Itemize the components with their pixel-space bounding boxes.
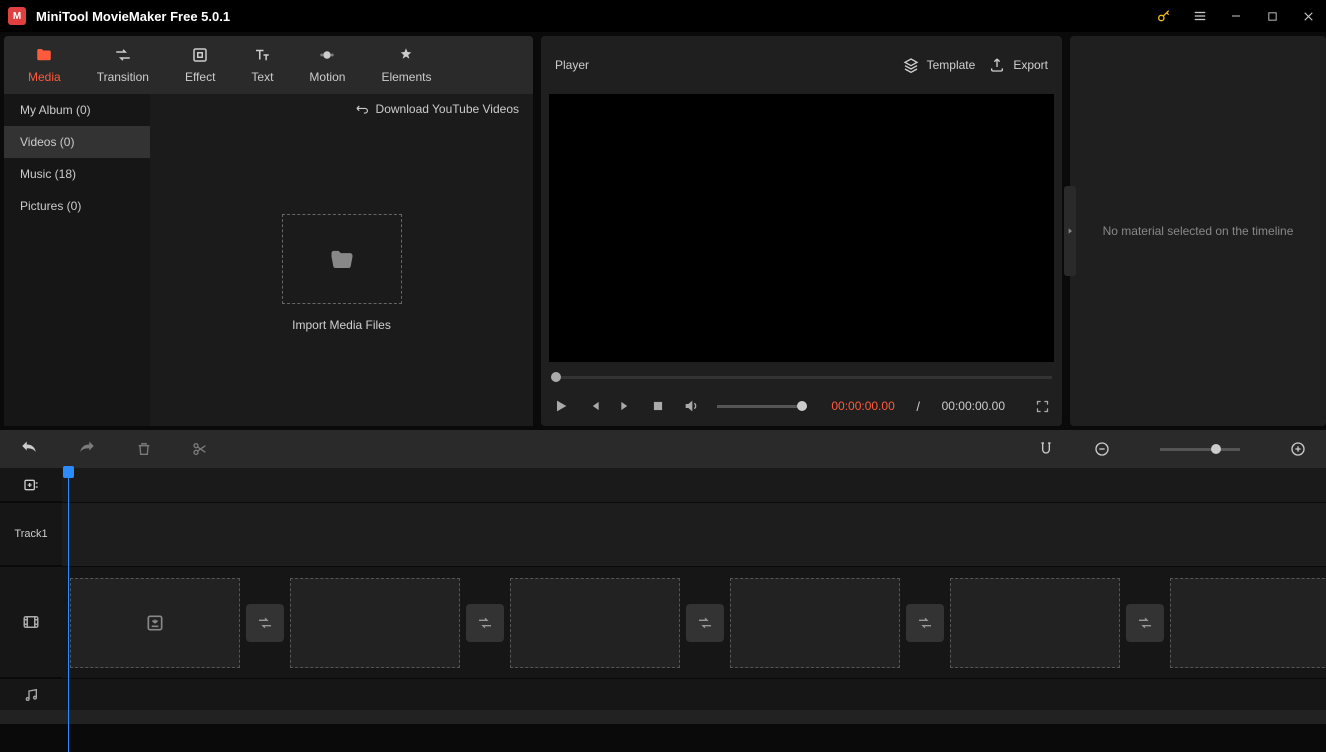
clip-slot[interactable] xyxy=(950,578,1120,668)
tab-motion[interactable]: Motion xyxy=(291,36,363,94)
sidebar-item-album[interactable]: My Album (0) xyxy=(4,94,150,126)
undo-button[interactable] xyxy=(20,440,38,458)
properties-panel: No material selected on the timeline xyxy=(1070,36,1326,426)
timeline-panel: Track1 xyxy=(0,430,1326,724)
import-label: Import Media Files xyxy=(282,318,402,332)
sidebar-item-pictures[interactable]: Pictures (0) xyxy=(4,190,150,222)
template-icon xyxy=(903,57,919,73)
minimize-icon[interactable] xyxy=(1218,0,1254,32)
clip-slot[interactable] xyxy=(70,578,240,668)
transition-slot[interactable] xyxy=(466,604,504,642)
app-title: MiniTool MovieMaker Free 5.0.1 xyxy=(36,9,230,24)
download-youtube-link[interactable]: Download YouTube Videos xyxy=(354,102,519,116)
tab-label: Elements xyxy=(381,70,431,84)
tab-elements[interactable]: Elements xyxy=(363,36,449,94)
redo-button[interactable] xyxy=(78,440,96,458)
sidebar-item-music[interactable]: Music (18) xyxy=(4,158,150,190)
tab-label: Transition xyxy=(97,70,149,84)
clip-slot[interactable] xyxy=(1170,578,1326,668)
text-icon xyxy=(253,46,271,64)
clip-slot[interactable] xyxy=(510,578,680,668)
timeline-ruler[interactable] xyxy=(62,468,1326,502)
transition-slot[interactable] xyxy=(906,604,944,642)
tab-media[interactable]: Media xyxy=(10,36,79,94)
clip-slot[interactable] xyxy=(290,578,460,668)
template-button[interactable]: Template xyxy=(903,57,976,73)
media-sidebar: My Album (0) Videos (0) Music (18) Pictu… xyxy=(4,94,150,426)
media-drop-area: Download YouTube Videos Import Media Fil… xyxy=(150,94,533,426)
tab-label: Media xyxy=(28,70,61,84)
motion-icon xyxy=(318,46,336,64)
add-track-button[interactable] xyxy=(0,468,62,502)
add-clip-icon xyxy=(71,579,239,667)
time-current: 00:00:00.00 xyxy=(831,399,894,413)
export-icon xyxy=(989,57,1005,73)
properties-empty-message: No material selected on the timeline xyxy=(1103,224,1294,238)
title-bar: M MiniTool MovieMaker Free 5.0.1 xyxy=(0,0,1326,32)
snap-button[interactable] xyxy=(1038,441,1054,457)
audio-track-icon xyxy=(0,679,62,712)
play-button[interactable] xyxy=(553,398,569,414)
tab-label: Text xyxy=(251,70,273,84)
delete-button[interactable] xyxy=(136,441,152,457)
transition-slot[interactable] xyxy=(246,604,284,642)
fullscreen-button[interactable] xyxy=(1035,399,1050,414)
transition-slot[interactable] xyxy=(1126,604,1164,642)
tab-effect[interactable]: Effect xyxy=(167,36,233,94)
player-title: Player xyxy=(555,58,589,72)
folder-open-icon xyxy=(328,245,356,273)
volume-slider[interactable] xyxy=(717,405,807,408)
tab-strip: Media Transition Effect Text Motion Elem… xyxy=(4,36,533,94)
tab-text[interactable]: Text xyxy=(233,36,291,94)
zoom-slider[interactable] xyxy=(1160,448,1240,451)
next-frame-button[interactable] xyxy=(619,399,633,413)
tab-label: Effect xyxy=(185,70,215,84)
elements-icon xyxy=(397,46,415,64)
split-button[interactable] xyxy=(192,441,208,457)
tab-label: Motion xyxy=(309,70,345,84)
template-label: Template xyxy=(927,58,976,72)
link-icon xyxy=(354,102,368,116)
timeline-toolbar xyxy=(0,430,1326,468)
stop-button[interactable] xyxy=(651,399,665,413)
activate-key-icon[interactable] xyxy=(1146,0,1182,32)
hamburger-menu-icon[interactable] xyxy=(1182,0,1218,32)
prev-frame-button[interactable] xyxy=(587,399,601,413)
video-preview xyxy=(549,94,1054,362)
audio-track[interactable] xyxy=(62,679,1326,712)
time-sep: / xyxy=(913,399,924,414)
download-link-label: Download YouTube Videos xyxy=(376,102,519,116)
export-label: Export xyxy=(1013,58,1048,72)
import-media-button[interactable]: Import Media Files xyxy=(282,214,402,332)
track1-label: Track1 xyxy=(14,528,47,540)
media-panel: Media Transition Effect Text Motion Elem… xyxy=(4,36,533,426)
transition-icon xyxy=(114,46,132,64)
app-logo: M xyxy=(8,7,26,25)
video-track-icon xyxy=(0,567,62,678)
player-panel: Player Template Export 00:00:00.00 / xyxy=(541,36,1062,426)
text-track[interactable] xyxy=(62,503,1326,566)
expand-handle[interactable] xyxy=(1064,186,1076,276)
volume-button[interactable] xyxy=(683,398,699,414)
transition-slot[interactable] xyxy=(686,604,724,642)
time-total: 00:00:00.00 xyxy=(942,399,1005,413)
playhead[interactable] xyxy=(68,468,69,752)
sidebar-item-videos[interactable]: Videos (0) xyxy=(4,126,150,158)
clip-slot[interactable] xyxy=(730,578,900,668)
close-icon[interactable] xyxy=(1290,0,1326,32)
maximize-icon[interactable] xyxy=(1254,0,1290,32)
export-button[interactable]: Export xyxy=(989,57,1048,73)
tab-transition[interactable]: Transition xyxy=(79,36,167,94)
folder-icon xyxy=(35,46,53,64)
zoom-in-button[interactable] xyxy=(1290,441,1306,457)
video-track[interactable] xyxy=(62,567,1326,678)
seek-bar[interactable] xyxy=(541,368,1062,386)
zoom-out-button[interactable] xyxy=(1094,441,1110,457)
effect-icon xyxy=(191,46,209,64)
